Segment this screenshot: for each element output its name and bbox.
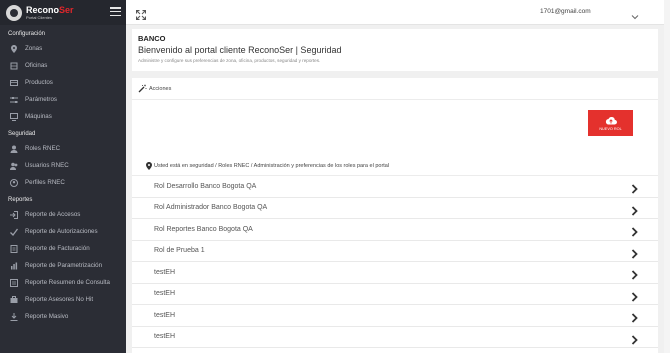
page-header: BANCO Bienvenido al portal cliente Recon… [132,29,658,71]
role-name: Rol de Prueba 1 [154,247,205,255]
logo-icon [6,4,22,21]
sidebar-item-label: Reporte de Parametrización [25,262,103,269]
breadcrumb: Usted está en seguridad / Roles RNEC / A… [132,156,658,176]
sidebar-item-label: Perfiles RNEC [25,179,65,186]
sidebar-item-reporte-facturacion[interactable]: Reporte de Facturación [0,240,126,257]
sidebar-item-label: Usuarios RNEC [25,162,69,169]
role-row[interactable]: testEH [132,305,658,327]
sidebar-item-reporte-asesores[interactable]: Reporte Asesores No Hit [0,291,126,308]
magic-wand-icon [138,84,147,93]
cloud-upload-icon [605,116,617,125]
new-role-button[interactable]: NUEVO ROL [588,110,633,136]
brand-name: ReconoSer [26,4,74,15]
login-icon [10,210,18,219]
chevron-right-icon[interactable] [631,289,638,302]
check-icon [10,228,18,236]
sidebar-item-label: Reporte de Facturación [25,245,90,252]
sidebar-item-label: Roles RNEC [25,145,61,152]
ban-icon [10,295,18,304]
page-title: Bienvenido al portal cliente ReconoSer |… [138,45,342,55]
role-row[interactable]: testEH [132,262,658,284]
sidebar-item-reporte-masivo[interactable]: Reporte Masivo [0,308,126,325]
role-row[interactable]: Rol Reportes Banco Bogota QA [132,219,658,241]
brand[interactable]: ReconoSer Portal Clientes [0,0,126,25]
company-name: BANCO [138,34,166,43]
chevron-right-icon[interactable] [631,267,638,280]
chevron-down-icon[interactable] [631,8,639,20]
role-name: testEH [154,333,176,341]
breadcrumb-text: Usted está en seguridad / Roles RNEC / A… [154,162,390,169]
section-title-configuracion: Configuración [8,31,46,37]
map-pin-icon [10,44,18,53]
summary-icon [10,278,18,287]
role-row[interactable]: testEH [132,327,658,348]
role-name: testEH [154,268,176,276]
sidebar-item-usuarios-rnec[interactable]: Usuarios RNEC [0,157,126,174]
chevron-right-icon[interactable] [631,332,638,345]
sidebar: ReconoSer Portal Clientes Configuración … [0,0,126,353]
sliders-icon [10,96,18,104]
role-row[interactable]: Rol Administrador Banco Bogota QA [132,198,658,219]
products-icon [10,79,18,87]
user-email[interactable]: 1701@gmail.com [540,8,591,15]
page-description: Administre y configure sus preferencias … [138,58,321,63]
roles-panel: Usted está en seguridad / Roles RNEC / A… [132,156,658,353]
sidebar-item-label: Reporte Masivo [25,313,69,320]
sidebar-item-label: Zonas [25,45,43,52]
chart-icon [10,262,18,270]
chevron-right-icon[interactable] [631,246,638,259]
actions-header: Acciones [132,78,658,100]
profile-icon [10,178,18,187]
map-marker-icon [146,161,152,170]
section-title-reportes: Reportes [8,197,33,203]
sidebar-item-label: Productos [25,79,53,86]
sidebar-item-oficinas[interactable]: Oficinas [0,57,126,74]
chevron-right-icon[interactable] [631,310,638,323]
role-name: Rol Administrador Banco Bogota QA [154,204,268,212]
section-title-seguridad: Seguridad [8,131,36,137]
menu-toggle-icon[interactable] [110,7,121,16]
role-name: Rol Reportes Banco Bogota QA [154,225,253,233]
topbar: 1701@gmail.com [126,0,670,25]
sidebar-item-parametros[interactable]: Parámetros [0,91,126,108]
role-row[interactable]: testEH [132,284,658,305]
chevron-right-icon[interactable] [631,203,638,216]
role-row[interactable]: Rol de Prueba 1 [132,241,658,262]
sidebar-item-label: Reporte Resumen de Consulta [25,279,110,286]
sidebar-item-maquinas[interactable]: Máquinas [0,108,126,125]
new-role-label: NUEVO ROL [599,126,622,131]
scrollbar[interactable] [664,0,670,353]
sidebar-item-label: Parámetros [25,96,57,103]
role-name: testEH [154,290,176,298]
main-content: BANCO Bienvenido al portal cliente Recon… [126,25,670,353]
sidebar-item-label: Máquinas [25,113,52,120]
sidebar-item-label: Reporte de Accesos [25,211,81,218]
role-name: Rol Desarrollo Banco Bogota QA [154,182,257,190]
sidebar-item-reporte-parametrizacion[interactable]: Reporte de Parametrización [0,257,126,274]
role-row[interactable]: Rol Desarrollo Banco Bogota QA [132,176,658,198]
office-icon [10,62,18,70]
users-icon [10,162,18,170]
fullscreen-icon[interactable] [135,7,147,21]
sidebar-item-label: Oficinas [25,62,48,69]
chevron-right-icon[interactable] [631,224,638,237]
role-name: testEH [154,311,176,319]
users-icon [10,145,18,153]
sidebar-item-zonas[interactable]: Zonas [0,40,126,57]
sidebar-item-reporte-autorizaciones[interactable]: Reporte de Autorizaciones [0,223,126,240]
machine-icon [10,112,18,121]
sidebar-item-label: Reporte de Autorizaciones [25,228,98,235]
actions-title: Acciones [149,85,172,92]
sidebar-item-reporte-accesos[interactable]: Reporte de Accesos [0,206,126,223]
sidebar-item-perfiles-rnec[interactable]: Perfiles RNEC [0,174,126,191]
sidebar-item-label: Reporte Asesores No Hit [25,296,94,303]
sidebar-item-productos[interactable]: Productos [0,74,126,91]
brand-subtitle: Portal Clientes [26,14,53,20]
sidebar-item-roles-rnec[interactable]: Roles RNEC [0,140,126,157]
download-icon [10,312,18,321]
chevron-right-icon[interactable] [631,181,638,194]
sidebar-item-reporte-resumen[interactable]: Reporte Resumen de Consulta [0,274,126,291]
invoice-icon [10,244,18,253]
